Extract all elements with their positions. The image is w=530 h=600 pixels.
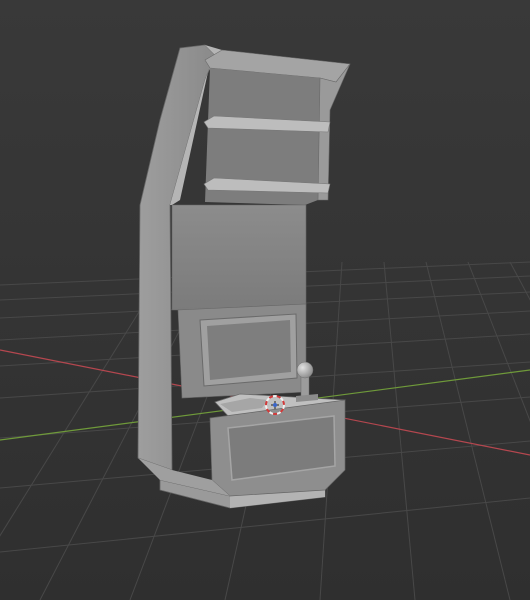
screen-display bbox=[207, 320, 291, 380]
cabinet-middle-panel bbox=[171, 204, 307, 311]
joystick-shaft bbox=[300, 375, 310, 397]
joystick-ball bbox=[296, 361, 314, 379]
3d-viewport[interactable] bbox=[0, 0, 530, 600]
viewport-canvas[interactable] bbox=[0, 0, 530, 600]
